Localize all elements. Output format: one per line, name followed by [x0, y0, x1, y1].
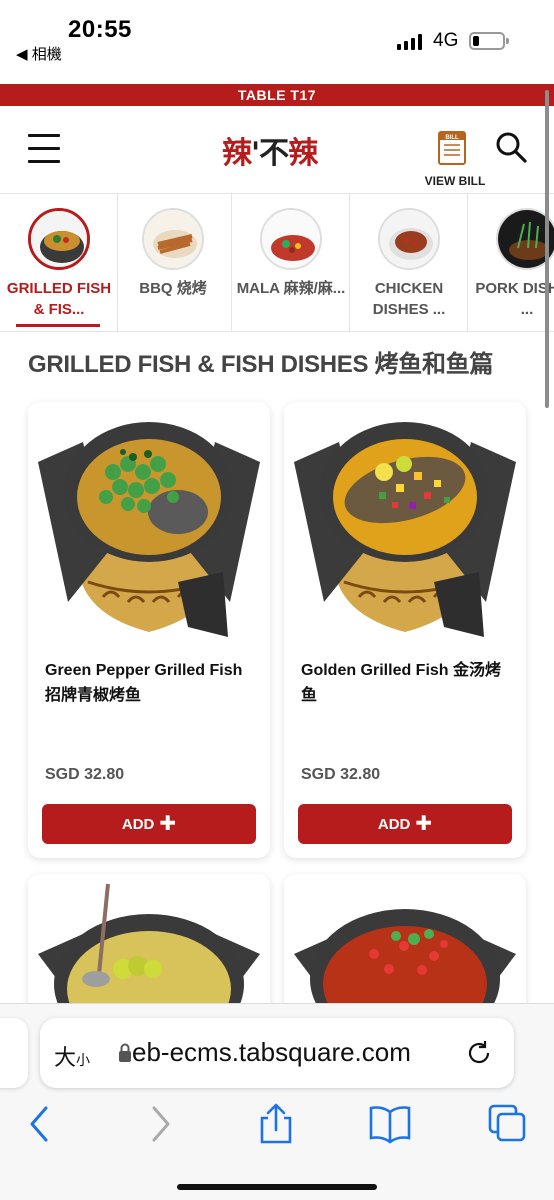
battery-icon — [469, 32, 505, 50]
status-time: 20:55 — [68, 16, 132, 43]
table-banner: TABLE T17 — [0, 84, 554, 106]
status-bar: 20:55 ◀ 相機 4G — [0, 0, 554, 82]
category-thumbnail — [28, 208, 90, 270]
back-icon[interactable] — [18, 1102, 62, 1146]
share-icon[interactable] — [254, 1102, 298, 1146]
dish-price: SGD 32.80 — [45, 766, 125, 783]
lock-icon — [119, 1043, 131, 1062]
dish-image-green-pepper-fish — [28, 402, 270, 644]
hamburger-menu-icon[interactable] — [28, 134, 60, 164]
app-header: 辣'不辣 BILL VIEW BILL — [0, 106, 554, 194]
category-label: GRILLED FISH & FIS... — [6, 280, 112, 318]
category-thumbnail — [378, 208, 440, 270]
previous-tab-edge[interactable] — [0, 1018, 28, 1088]
active-underline — [16, 324, 100, 327]
section-title: GRILLED FISH & FISH DISHES 烤鱼和鱼篇 — [28, 351, 494, 378]
browser-nav — [0, 1102, 554, 1146]
restaurant-logo[interactable]: 辣'不辣 — [222, 130, 318, 171]
network-type: 4G — [433, 30, 459, 51]
category-thumbnail — [260, 208, 322, 270]
logo-text: 辣'不辣 — [222, 136, 318, 171]
forward-icon[interactable] — [138, 1102, 182, 1146]
dish-price: SGD 32.80 — [301, 766, 381, 783]
category-label: BBQ 烧烤 — [139, 280, 207, 297]
add-label: ADD — [121, 815, 155, 833]
dish-name: Golden Grilled Fish 金汤烤鱼 — [301, 662, 502, 704]
url-text: eb-ecms.tabsquare.com — [132, 1037, 411, 1067]
tabs-icon[interactable] — [486, 1102, 530, 1146]
category-label: CHICKEN DISHES ... — [372, 280, 446, 318]
dish-name: Green Pepper Grilled Fish 招牌青椒烤鱼 — [45, 662, 243, 704]
svg-text:BILL: BILL — [445, 135, 459, 141]
page-scrollbar[interactable] — [545, 90, 549, 408]
add-to-order-button[interactable]: ADD ✚ — [298, 804, 512, 844]
back-to-camera-link[interactable]: ◀ 相機 — [16, 43, 62, 64]
search-icon[interactable] — [494, 130, 528, 164]
address-bar[interactable]: 大小 eb-ecms.tabsquare.com — [40, 1018, 514, 1088]
menu-item-card[interactable]: Golden Grilled Fish 金汤烤鱼 SGD 32.80 ADD ✚ — [284, 402, 526, 858]
category-pork[interactable]: PORK DISHES ... — [468, 194, 554, 331]
category-thumbnail — [142, 208, 204, 270]
category-chicken[interactable]: CHICKEN DISHES ... — [350, 194, 468, 331]
home-indicator — [177, 1184, 377, 1190]
text-size-button[interactable]: 大小 — [54, 1040, 90, 1072]
category-label: MALA 麻辣/麻... — [236, 280, 346, 297]
category-grilled-fish[interactable]: GRILLED FISH & FIS... — [0, 194, 118, 331]
bill-icon: BILL — [438, 131, 466, 165]
category-label: PORK DISHES ... — [475, 280, 554, 318]
plus-icon: ✚ — [159, 813, 177, 835]
category-strip: GRILLED FISH & FIS... BBQ 烧烤 MALA 麻辣/麻..… — [0, 194, 554, 332]
add-label: ADD — [377, 815, 411, 833]
view-bill-label: VIEW BILL — [424, 174, 486, 188]
battery-tip — [506, 38, 509, 44]
bookmarks-icon[interactable] — [368, 1102, 412, 1146]
dish-image-golden-fish — [284, 402, 526, 644]
add-to-order-button[interactable]: ADD ✚ — [42, 804, 256, 844]
reload-icon[interactable] — [464, 1038, 494, 1068]
category-mala[interactable]: MALA 麻辣/麻... — [232, 194, 350, 331]
menu-item-card[interactable]: Green Pepper Grilled Fish 招牌青椒烤鱼 SGD 32.… — [28, 402, 270, 858]
browser-toolbar: 大小 eb-ecms.tabsquare.com — [0, 1003, 554, 1200]
plus-icon: ✚ — [415, 813, 433, 835]
category-bbq[interactable]: BBQ 烧烤 — [114, 194, 232, 331]
signal-icon — [397, 34, 422, 50]
view-bill-button[interactable]: BILL VIEW BILL — [420, 128, 490, 190]
